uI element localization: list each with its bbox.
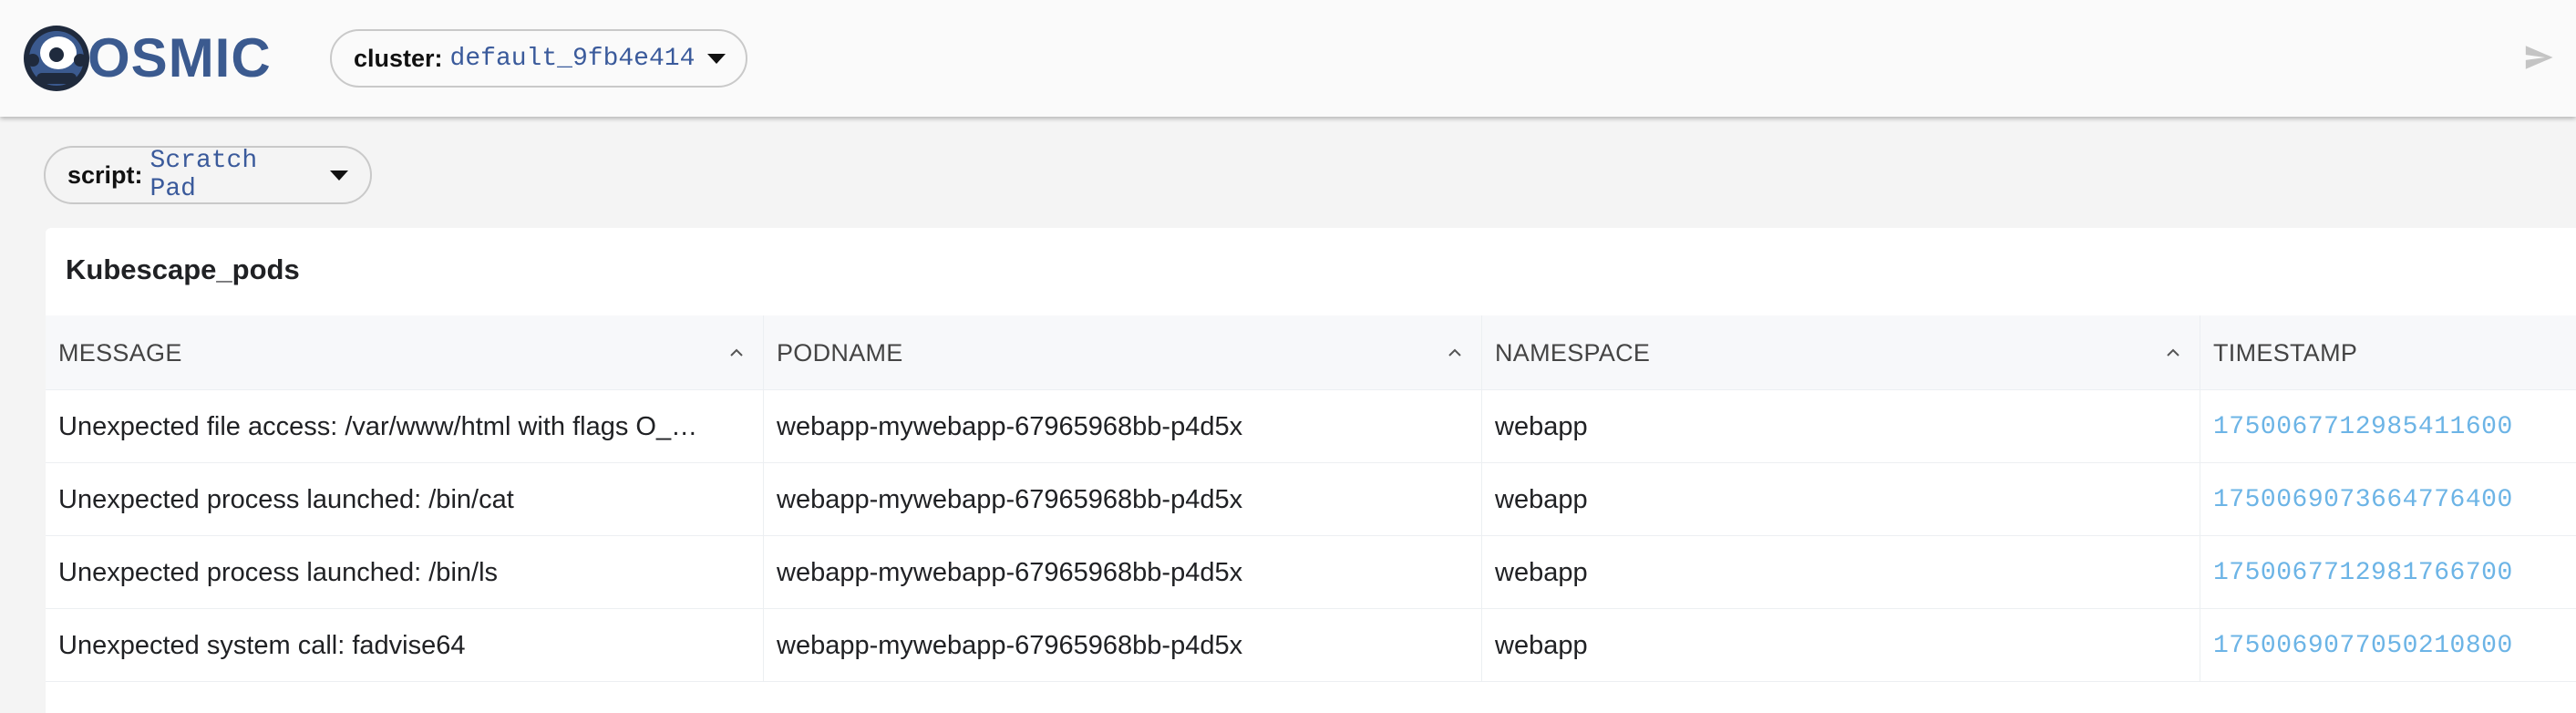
cell-namespace: webapp	[1482, 390, 2200, 463]
cell-podname: webapp-mywebapp-67965968bb-p4d5x	[764, 609, 1482, 682]
cell-timestamp: 1750069077050210800	[2200, 609, 2576, 682]
astronaut-helmet-icon	[24, 26, 89, 91]
cell-namespace: webapp	[1482, 609, 2200, 682]
cluster-value: default_9fb4e414	[449, 44, 696, 73]
send-icon[interactable]	[2523, 42, 2554, 73]
column-header-label: PODNAME	[777, 338, 903, 367]
table-row[interactable]: Unexpected system call: fadvise64 webapp…	[46, 609, 2576, 682]
cell-timestamp: 1750069073664776400	[2200, 463, 2576, 536]
cell-namespace: webapp	[1482, 536, 2200, 609]
table-row[interactable]: Unexpected process launched: /bin/cat we…	[46, 463, 2576, 536]
table-row[interactable]: Unexpected file access: /var/www/html wi…	[46, 390, 2576, 463]
column-header-podname[interactable]: PODNAME	[764, 315, 1482, 390]
script-value: Scratch Pad	[149, 147, 258, 203]
sort-ascending-icon[interactable]	[728, 345, 745, 361]
cell-message: Unexpected process launched: /bin/ls	[46, 536, 764, 609]
results-table: MESSAGE PODNAME NAMESPACE TIMESTAMP Unex…	[46, 315, 2576, 682]
cell-message: Unexpected system call: fadvise64	[46, 609, 764, 682]
app-logo[interactable]: OSMIC	[20, 20, 272, 97]
timestamp-link[interactable]: 1750069073664776400	[2213, 486, 2513, 514]
column-header-label: TIMESTAMP	[2213, 338, 2358, 367]
script-selector[interactable]: script: Scratch Pad	[44, 146, 372, 204]
chevron-down-icon	[707, 53, 726, 64]
top-bar: OSMIC cluster: default_9fb4e414	[0, 0, 2576, 117]
timestamp-link[interactable]: 1750067712985411600	[2213, 413, 2513, 441]
cell-timestamp: 1750067712981766700	[2200, 536, 2576, 609]
cluster-label: cluster:	[354, 44, 443, 72]
results-card: Kubescape_pods MESSAGE PODNAME NAMESPACE…	[46, 228, 2576, 713]
column-header-label: MESSAGE	[58, 338, 182, 367]
column-header-message[interactable]: MESSAGE	[46, 315, 764, 390]
cell-podname: webapp-mywebapp-67965968bb-p4d5x	[764, 463, 1482, 536]
cell-message: Unexpected process launched: /bin/cat	[46, 463, 764, 536]
sort-ascending-icon[interactable]	[2165, 345, 2181, 361]
timestamp-link[interactable]: 1750069077050210800	[2213, 632, 2513, 660]
cell-message: Unexpected file access: /var/www/html wi…	[46, 390, 764, 463]
cell-podname: webapp-mywebapp-67965968bb-p4d5x	[764, 536, 1482, 609]
script-label: script:	[67, 160, 143, 189]
table-row[interactable]: Unexpected process launched: /bin/ls web…	[46, 536, 2576, 609]
table-title: Kubescape_pods	[66, 253, 300, 285]
table-header: MESSAGE PODNAME NAMESPACE TIMESTAMP	[46, 315, 2576, 390]
cell-podname: webapp-mywebapp-67965968bb-p4d5x	[764, 390, 1482, 463]
cluster-selector[interactable]: cluster: default_9fb4e414	[330, 29, 747, 88]
column-header-namespace[interactable]: NAMESPACE	[1482, 315, 2200, 390]
logo-text: OSMIC	[88, 27, 272, 88]
cell-namespace: webapp	[1482, 463, 2200, 536]
column-header-timestamp[interactable]: TIMESTAMP	[2200, 315, 2576, 390]
cell-timestamp: 1750067712985411600	[2200, 390, 2576, 463]
column-header-label: NAMESPACE	[1495, 338, 1651, 367]
chevron-down-icon	[330, 170, 348, 181]
timestamp-link[interactable]: 1750067712981766700	[2213, 559, 2513, 587]
sort-ascending-icon[interactable]	[1447, 345, 1463, 361]
